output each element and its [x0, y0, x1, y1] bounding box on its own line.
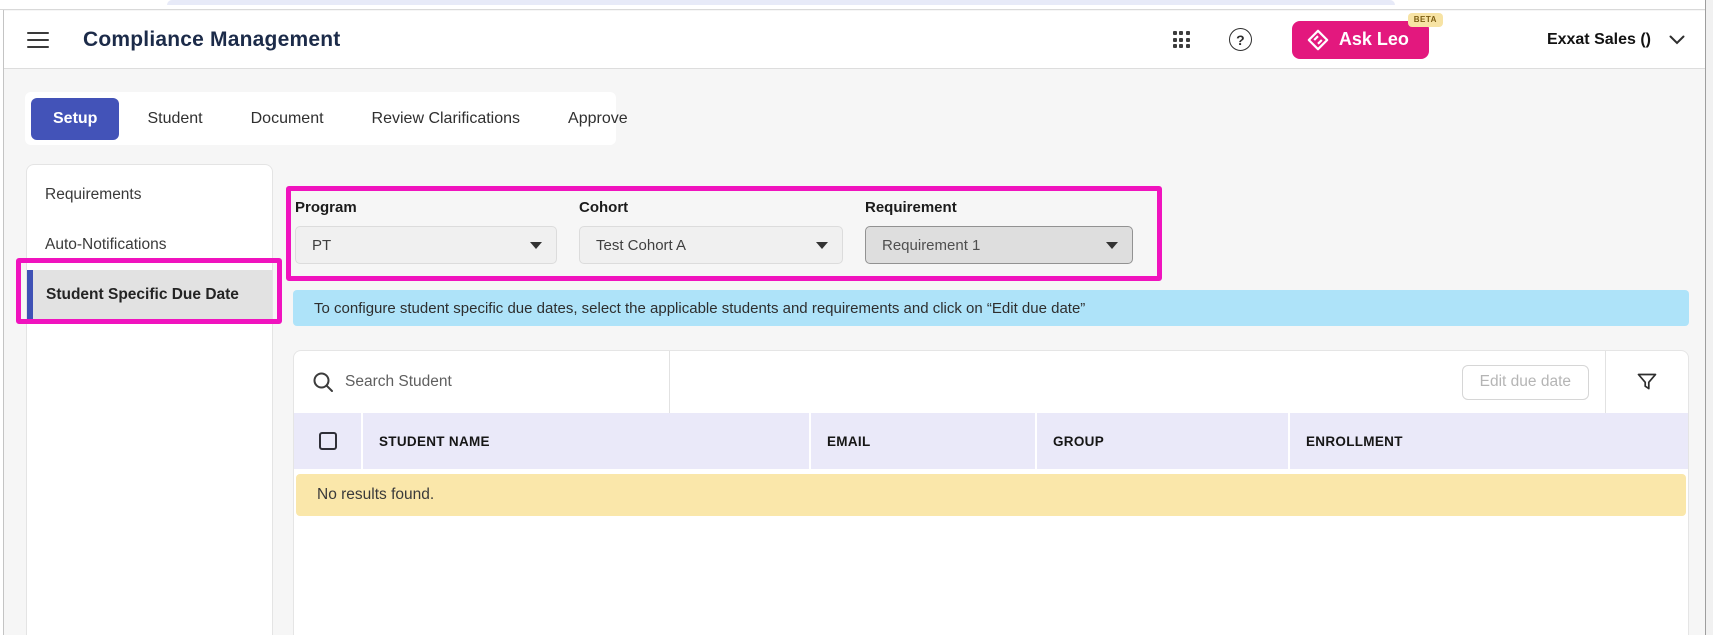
- column-header-enrollment[interactable]: ENROLLMENT: [1290, 413, 1688, 469]
- filter-funnel-icon: [1635, 370, 1659, 394]
- chevron-down-icon: [1669, 35, 1685, 45]
- ask-leo-label: Ask Leo: [1339, 29, 1409, 50]
- edit-due-date-button[interactable]: Edit due date: [1462, 365, 1589, 400]
- select-all-cell: [294, 413, 363, 469]
- search-icon: [312, 371, 334, 393]
- requirement-dropdown[interactable]: Requirement 1: [865, 226, 1133, 264]
- setup-sidebar: Requirements Auto-Notifications Student …: [26, 164, 273, 635]
- sidebar-item-requirements[interactable]: Requirements: [27, 170, 272, 220]
- browser-tab-remnant: [167, 0, 1395, 5]
- tab-review-clarifications[interactable]: Review Clarifications: [348, 99, 545, 139]
- header-actions: ? Ask Leo BETA Exxat Sales (): [1173, 21, 1685, 59]
- requirement-label: Requirement: [865, 199, 1133, 216]
- tab-bar: Setup Student Document Review Clarificat…: [25, 92, 616, 145]
- account-menu[interactable]: Exxat Sales (): [1547, 31, 1685, 49]
- cohort-dropdown[interactable]: Test Cohort A: [579, 226, 843, 264]
- cohort-value: Test Cohort A: [596, 237, 816, 254]
- sidebar-item-auto-notifications[interactable]: Auto-Notifications: [27, 220, 272, 270]
- program-label: Program: [295, 199, 557, 216]
- select-all-checkbox[interactable]: [319, 432, 337, 450]
- column-header-student-name[interactable]: STUDENT NAME: [363, 413, 811, 469]
- table-header-row: STUDENT NAME EMAIL GROUP ENROLLMENT: [294, 413, 1688, 469]
- sidebar-item-student-specific-due-date[interactable]: Student Specific Due Date: [27, 270, 272, 320]
- window-left-edge: [0, 10, 4, 635]
- caret-down-icon: [1106, 242, 1118, 249]
- search-area: [294, 351, 670, 413]
- cohort-label: Cohort: [579, 199, 843, 216]
- account-name: Exxat Sales (): [1547, 31, 1651, 49]
- program-dropdown[interactable]: PT: [295, 226, 557, 264]
- tab-document[interactable]: Document: [227, 99, 348, 139]
- leo-logo-icon: [1306, 28, 1330, 52]
- no-results-text: No results found.: [317, 486, 434, 504]
- info-banner: To configure student specific due dates,…: [293, 290, 1689, 326]
- table-toolbar: Edit due date: [294, 351, 1688, 413]
- page-title: Compliance Management: [83, 28, 340, 52]
- caret-down-icon: [816, 242, 828, 249]
- requirement-value: Requirement 1: [882, 237, 1106, 254]
- column-header-email[interactable]: EMAIL: [811, 413, 1037, 469]
- program-value: PT: [312, 237, 530, 254]
- cohort-field: Cohort Test Cohort A: [579, 199, 843, 264]
- window-right-rail[interactable]: [1705, 0, 1713, 635]
- filter-button[interactable]: [1605, 351, 1688, 413]
- ask-leo-button[interactable]: Ask Leo BETA: [1292, 21, 1429, 59]
- requirement-field: Requirement Requirement 1: [865, 199, 1133, 264]
- help-icon[interactable]: ?: [1229, 28, 1252, 51]
- beta-badge: BETA: [1408, 13, 1443, 27]
- tab-student[interactable]: Student: [123, 99, 226, 139]
- screen: Compliance Management ? Ask Leo BETA Exx…: [0, 0, 1713, 635]
- browser-top-strip: [0, 0, 1713, 10]
- hamburger-menu-icon[interactable]: [27, 32, 49, 48]
- caret-down-icon: [530, 242, 542, 249]
- tab-approve[interactable]: Approve: [544, 99, 652, 139]
- column-header-group[interactable]: GROUP: [1037, 413, 1290, 469]
- no-results-row: No results found.: [296, 474, 1686, 516]
- search-student-input[interactable]: [345, 373, 625, 391]
- app-header: Compliance Management ? Ask Leo BETA Exx…: [0, 11, 1713, 69]
- app-launcher-icon[interactable]: [1173, 31, 1190, 48]
- info-banner-text: To configure student specific due dates,…: [314, 300, 1085, 317]
- program-field: Program PT: [295, 199, 557, 264]
- tab-setup[interactable]: Setup: [31, 98, 119, 140]
- students-table-card: Edit due date STUDENT NAME EMAIL GROUP E…: [293, 350, 1689, 635]
